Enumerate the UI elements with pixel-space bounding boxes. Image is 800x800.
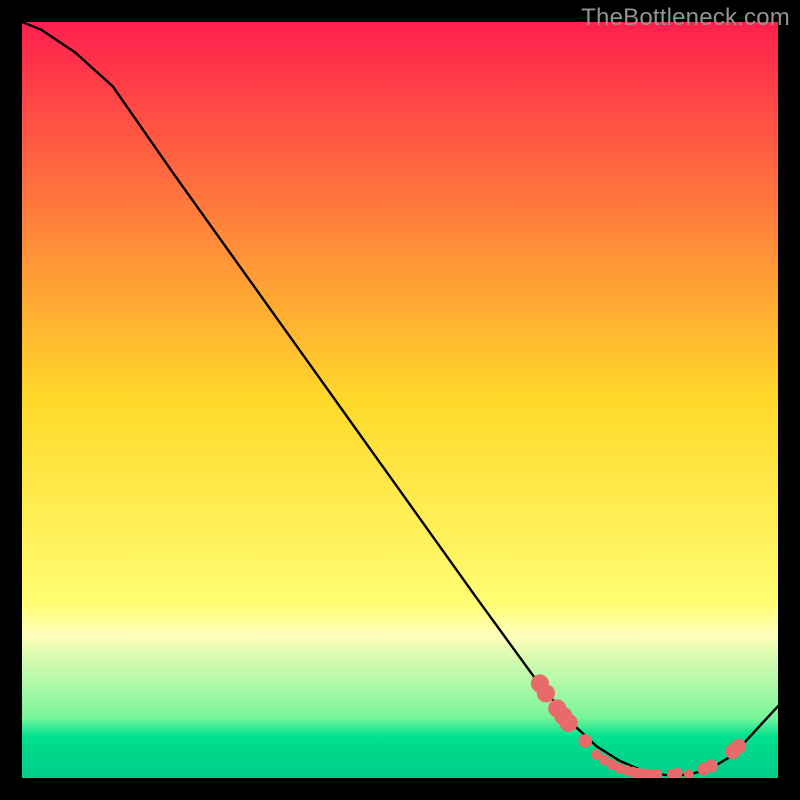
curve-marker — [537, 684, 555, 702]
chart-plot — [22, 22, 778, 778]
curve-marker — [672, 768, 683, 778]
curve-marker — [731, 739, 746, 754]
curve-marker — [560, 714, 578, 732]
curve-marker — [705, 759, 718, 772]
chart-stage: TheBottleneck.com — [0, 0, 800, 800]
curve-marker — [578, 734, 592, 748]
chart-background — [22, 22, 778, 778]
